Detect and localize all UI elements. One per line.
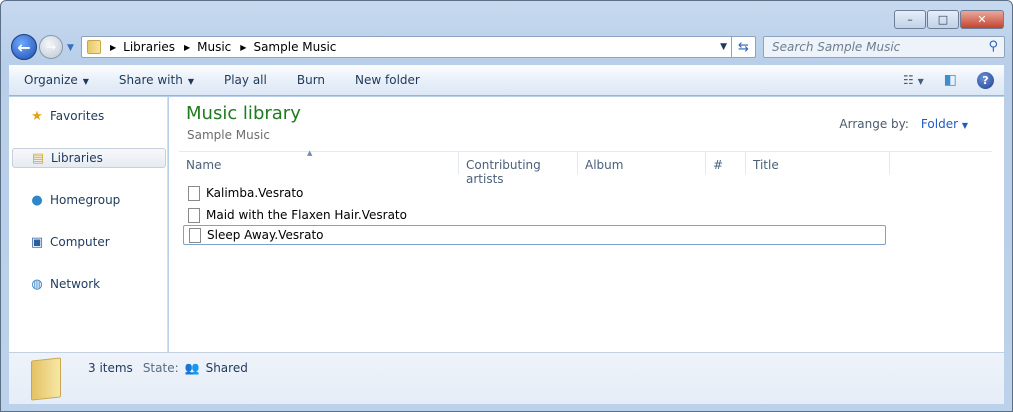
back-button[interactable]: ←: [11, 34, 37, 60]
search-icon[interactable]: ⚲: [988, 39, 998, 54]
nav-favorites[interactable]: ★ Favorites: [12, 106, 166, 126]
file-icon: [189, 227, 201, 243]
chevron-right-icon[interactable]: ▶: [240, 43, 246, 52]
breadcrumb-music[interactable]: Music: [197, 40, 231, 54]
arrange-by: Arrange by: Folder ▼: [839, 117, 968, 131]
column-title[interactable]: Title: [746, 152, 890, 174]
chevron-down-icon: ▼: [187, 77, 194, 86]
navigation-pane: ★ Favorites ▤ Libraries ● Homegroup ▣ Comput…: [9, 97, 168, 352]
breadcrumb-sample-music[interactable]: Sample Music: [253, 40, 336, 54]
recent-pages-dropdown[interactable]: ▼: [67, 43, 74, 53]
play-all-button[interactable]: Play all: [209, 73, 282, 87]
search-placeholder: Search Sample Music: [772, 40, 901, 54]
details-pane: 3 items State: 👥 Shared: [9, 352, 1004, 404]
address-bar[interactable]: ▶ Libraries ▶ Music ▶ Sample Music ▼ ⇆: [81, 36, 756, 58]
command-bar: Organize ▼ Share with ▼ Play all Burn New …: [9, 65, 1004, 96]
caption-buttons: – □ ✕: [894, 10, 1004, 29]
chevron-right-icon[interactable]: ▶: [110, 43, 116, 52]
arrange-by-dropdown[interactable]: Folder ▼: [921, 117, 968, 131]
address-dropdown-icon[interactable]: ▼: [720, 37, 727, 57]
folder-icon: [87, 40, 101, 54]
column-album[interactable]: Album: [578, 152, 706, 174]
close-button[interactable]: ✕: [960, 10, 1004, 29]
column-number[interactable]: #: [706, 152, 746, 174]
preview-pane-icon[interactable]: ◧: [944, 72, 957, 88]
explorer-window: – □ ✕ ← → ▼ ▶ Libraries ▶ Music ▶ Sample Mu…: [0, 0, 1013, 412]
nav-homegroup[interactable]: ● Homegroup: [12, 190, 166, 210]
shared-users-icon: 👥: [184, 361, 200, 375]
library-title: Music library: [186, 103, 301, 124]
organize-button[interactable]: Organize ▼: [9, 73, 104, 87]
forward-button[interactable]: →: [39, 35, 63, 59]
chevron-right-icon[interactable]: ▶: [184, 43, 190, 52]
refresh-button[interactable]: ⇆: [731, 37, 755, 57]
view-options-icon[interactable]: ☷ ▼: [903, 73, 924, 87]
burn-button[interactable]: Burn: [282, 73, 340, 87]
help-icon[interactable]: ?: [977, 71, 994, 89]
share-with-button[interactable]: Share with ▼: [104, 73, 209, 87]
libraries-icon: ▤: [31, 150, 45, 166]
file-row[interactable]: Sleep Away.Vesrato: [183, 225, 886, 245]
column-name[interactable]: Name ▲: [179, 149, 459, 174]
file-icon: [188, 185, 200, 201]
maximize-button[interactable]: □: [927, 10, 959, 29]
minimize-button[interactable]: –: [894, 10, 926, 29]
file-icon: [188, 207, 200, 223]
star-icon: ★: [31, 108, 43, 124]
chevron-down-icon: ▼: [82, 77, 89, 86]
file-list-pane: Music library Sample Music Arrange by: Fo…: [169, 97, 1004, 352]
nav-libraries[interactable]: ▤ Libraries: [12, 148, 166, 168]
nav-network[interactable]: ◍ Network: [12, 274, 166, 294]
file-row[interactable]: Maid with the Flaxen Hair.Vesrato: [183, 205, 886, 225]
file-row[interactable]: Kalimba.Vesrato: [183, 183, 886, 203]
state-label: State:: [142, 361, 179, 375]
column-headers: Name ▲ Contributing artists Album # Title: [179, 149, 992, 186]
library-folder-icon: [31, 357, 61, 401]
state-value: Shared: [205, 361, 248, 375]
item-count: 3 items: [88, 361, 133, 375]
column-contributing-artists[interactable]: Contributing artists: [459, 152, 578, 186]
library-subtitle: Sample Music: [187, 128, 270, 142]
search-input[interactable]: Search Sample Music ⚲: [763, 36, 1005, 58]
homegroup-icon: ●: [31, 192, 43, 208]
nav-computer[interactable]: ▣ Computer: [12, 232, 166, 252]
breadcrumb-libraries[interactable]: Libraries: [123, 40, 175, 54]
sort-ascending-icon: ▲: [307, 149, 313, 157]
new-folder-button[interactable]: New folder: [340, 73, 435, 87]
network-icon: ◍: [31, 276, 43, 292]
computer-icon: ▣: [30, 234, 44, 250]
